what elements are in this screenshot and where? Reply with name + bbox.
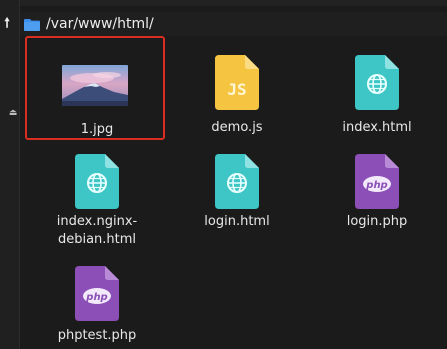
- file-name: login.php: [346, 214, 408, 229]
- php-file-icon: php: [75, 266, 119, 321]
- up-arrow-icon[interactable]: 🠕: [0, 14, 14, 34]
- file-item-index-html[interactable]: index.html: [307, 36, 447, 140]
- html-file-icon: [355, 55, 399, 110]
- location-bar[interactable]: /var/www/html/: [20, 12, 447, 36]
- sidebar: [0, 0, 20, 349]
- image-thumbnail: [62, 65, 128, 106]
- file-item-phptest-php[interactable]: php phptest.php: [27, 260, 167, 349]
- path-text: /var/www/html/: [46, 16, 154, 32]
- php-file-icon: php: [355, 154, 399, 209]
- file-item-demo-js[interactable]: JS demo.js: [167, 36, 307, 140]
- folder-icon: [24, 18, 40, 31]
- file-grid: 1.jpg JS demo.js index.html index.nginx-…: [20, 36, 447, 349]
- file-name: login.html: [204, 214, 270, 229]
- window-top-edge: [0, 0, 447, 6]
- svg-text:JS: JS: [227, 80, 246, 99]
- svg-text:php: php: [365, 180, 387, 191]
- file-item-login-php[interactable]: php login.php: [307, 146, 447, 250]
- svg-text:php: php: [85, 292, 107, 303]
- file-name: demo.js: [211, 120, 263, 135]
- file-name: phptest.php: [57, 328, 137, 343]
- file-name: index.nginx- debian.html: [56, 214, 138, 247]
- file-name: 1.jpg: [80, 122, 114, 137]
- html-file-icon: [75, 154, 119, 209]
- file-item-index-nginx-debian-html[interactable]: index.nginx- debian.html: [27, 146, 167, 256]
- file-item-login-html[interactable]: login.html: [167, 146, 307, 250]
- html-file-icon: [215, 154, 259, 209]
- javascript-file-icon: JS: [215, 55, 259, 110]
- file-item-1-jpg[interactable]: 1.jpg: [25, 36, 165, 140]
- eject-icon[interactable]: ⏏: [8, 107, 18, 119]
- file-name: index.html: [342, 120, 412, 135]
